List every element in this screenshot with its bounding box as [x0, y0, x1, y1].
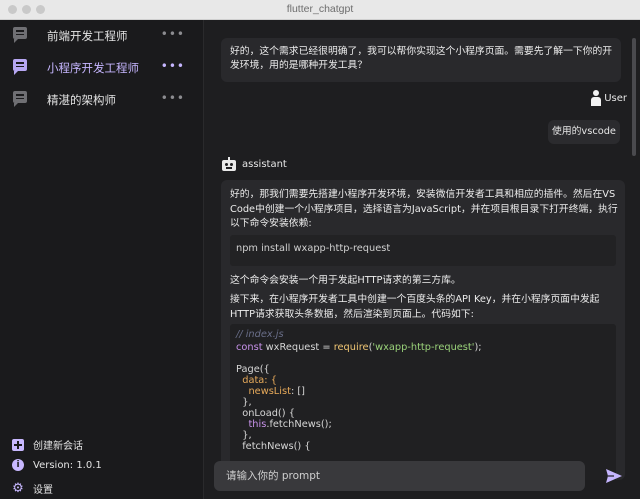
message-text: 好的，这个需求已经很明确了，我可以帮你实现这个小程序页面。需要先了解一下你的开发… — [230, 46, 613, 71]
code-line: onLoad() { — [236, 408, 295, 419]
new-chat-button[interactable]: 创建新会话 — [12, 437, 83, 452]
code-block: npm install wxapp-http-request — [230, 235, 616, 266]
version-label: Version: 1.0.1 — [33, 459, 102, 471]
user-message: 使用的vscode — [548, 120, 620, 144]
gear-icon: ⚙ — [12, 480, 24, 496]
plus-icon — [12, 438, 24, 451]
sidebar-item-architect[interactable]: 精湛的架构师 ••• — [0, 84, 203, 114]
chat-bubble-icon — [13, 59, 27, 75]
message-text: 这个命令会安装一个用于发起HTTP请求的第三方库。 — [230, 275, 461, 286]
more-options-icon[interactable]: ••• — [161, 59, 185, 73]
code-line: data: { — [236, 375, 277, 386]
info-icon: i — [12, 459, 24, 471]
title-bar: flutter_chatgpt — [0, 0, 640, 20]
message-text: 接下来，在小程序开发者工具中创建一个百度头条的API Key，并在小程序页面中发… — [230, 294, 600, 320]
version-row: i Version: 1.0.1 — [12, 459, 102, 471]
new-chat-label: 创建新会话 — [33, 441, 83, 452]
assistant-tag: assistant — [221, 157, 287, 171]
scrollbar[interactable] — [632, 38, 636, 156]
send-icon[interactable] — [604, 466, 624, 486]
prompt-input-container — [214, 461, 585, 491]
code-line: const wxRequest = require('wxapp-http-re… — [236, 342, 482, 353]
code-line: // index.js — [236, 329, 284, 340]
robot-icon — [221, 157, 237, 171]
sidebar: 前端开发工程师 ••• 小程序开发工程师 ••• 精湛的架构师 ••• 创建新会… — [0, 20, 204, 499]
chat-panel: 好的，这个需求已经很明确了，我可以帮你实现这个小程序页面。需要先了解一下你的开发… — [204, 20, 640, 499]
chat-bubble-icon — [13, 91, 27, 107]
app-window: flutter_chatgpt 前端开发工程师 ••• 小程序开发工程师 •••… — [0, 0, 640, 499]
prompt-input[interactable] — [214, 461, 585, 491]
sidebar-item-label: 前端开发工程师 — [47, 29, 128, 43]
code-line: this.fetchNews(); — [236, 419, 332, 430]
assistant-tag-label: assistant — [242, 158, 287, 170]
settings-button[interactable]: ⚙ 设置 — [12, 480, 53, 497]
code-line: newsList: [] — [236, 386, 305, 397]
user-tag: User — [591, 90, 627, 106]
window-title: flutter_chatgpt — [286, 3, 354, 15]
sidebar-item-frontend[interactable]: 前端开发工程师 ••• — [0, 20, 203, 50]
command-text: npm install wxapp-http-request — [236, 243, 391, 254]
sidebar-item-label: 精湛的架构师 — [47, 93, 116, 107]
more-options-icon[interactable]: ••• — [161, 27, 185, 41]
more-options-icon[interactable]: ••• — [161, 91, 185, 105]
user-tag-label: User — [604, 92, 627, 104]
message-text: 好的，那我们需要先搭建小程序开发环境，安装微信开发者工具和相应的插件。然后在VS… — [230, 189, 618, 229]
settings-label: 设置 — [33, 485, 53, 496]
code-line: }, — [236, 430, 252, 441]
code-block: // index.js const wxRequest = require('w… — [230, 324, 616, 480]
person-icon — [591, 90, 602, 106]
code-line: }, — [236, 397, 252, 408]
assistant-message: 好的，这个需求已经很明确了，我可以帮你实现这个小程序页面。需要先了解一下你的开发… — [221, 38, 621, 82]
sidebar-item-miniprogram[interactable]: 小程序开发工程师 ••• — [0, 52, 203, 82]
code-line: fetchNews() { — [236, 441, 311, 452]
chat-bubble-icon — [13, 27, 27, 43]
sidebar-item-label: 小程序开发工程师 — [47, 61, 139, 75]
assistant-message: 好的，那我们需要先搭建小程序开发环境，安装微信开发者工具和相应的插件。然后在VS… — [221, 180, 625, 480]
code-line: Page({ — [236, 364, 270, 375]
